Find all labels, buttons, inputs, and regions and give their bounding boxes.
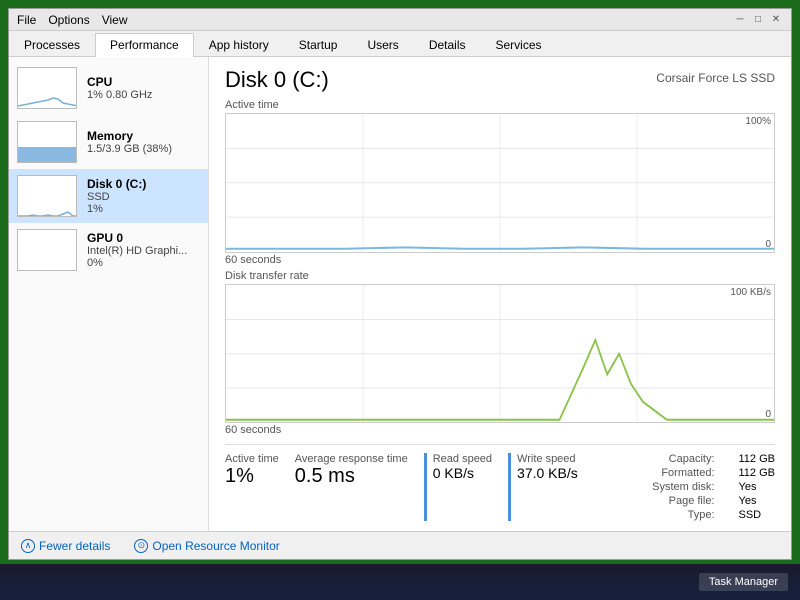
- gpu-subtitle2: 0%: [87, 257, 187, 269]
- sidebar: CPU 1% 0.80 GHz Memory 1.5/3.9 GB (38%): [9, 57, 209, 531]
- page-file-label: Page file:: [652, 495, 714, 507]
- active-time-value: 1%: [225, 465, 279, 488]
- cpu-thumb: [17, 67, 77, 109]
- sidebar-item-cpu[interactable]: CPU 1% 0.80 GHz: [9, 61, 208, 115]
- stat-read-speed: Read speed 0 KB/s: [424, 453, 492, 521]
- footer-bar: ∧ Fewer details ⊙ Open Resource Monitor: [9, 531, 791, 559]
- memory-subtitle: 1.5/3.9 GB (38%): [87, 143, 172, 155]
- cpu-title: CPU: [87, 75, 152, 89]
- chart2-label: Disk transfer rate: [225, 270, 775, 282]
- fewer-details-label: Fewer details: [39, 539, 110, 553]
- resource-monitor-icon: ⊙: [134, 539, 148, 553]
- gpu-subtitle: Intel(R) HD Graphi...: [87, 245, 187, 257]
- detail-device: Corsair Force LS SSD: [656, 71, 775, 85]
- formatted-label: Formatted:: [652, 467, 714, 479]
- chart2-box: 100 KB/s 0: [225, 284, 775, 424]
- gpu-label: GPU 0 Intel(R) HD Graphi... 0%: [87, 231, 187, 269]
- tab-users[interactable]: Users: [352, 33, 413, 56]
- chart2-time: 60 seconds: [225, 424, 775, 436]
- detail-title: Disk 0 (C:): [225, 67, 329, 93]
- memory-label: Memory 1.5/3.9 GB (38%): [87, 129, 172, 155]
- disk-thumb: [17, 175, 77, 217]
- chart2-zero: 0: [765, 409, 771, 420]
- fewer-details-link[interactable]: ∧ Fewer details: [21, 539, 110, 553]
- minimize-button[interactable]: ─: [733, 13, 747, 27]
- resource-monitor-link[interactable]: ⊙ Open Resource Monitor: [134, 539, 279, 553]
- window-controls: ─ □ ✕: [733, 13, 783, 27]
- chart-active-time-section: Active time 100% 0: [225, 99, 775, 266]
- gpu-thumb: [17, 229, 77, 271]
- avg-response-label: Average response time: [295, 453, 408, 465]
- stat-avg-response: Average response time 0.5 ms: [295, 453, 408, 521]
- read-speed-label: Read speed: [433, 453, 492, 465]
- stats-row: Active time 1% Average response time 0.5…: [225, 444, 775, 521]
- memory-title: Memory: [87, 129, 172, 143]
- system-disk-value: Yes: [739, 481, 776, 493]
- maximize-button[interactable]: □: [751, 13, 765, 27]
- write-speed-label: Write speed: [517, 453, 578, 465]
- sidebar-item-gpu[interactable]: GPU 0 Intel(R) HD Graphi... 0%: [9, 223, 208, 277]
- stat-active-time: Active time 1%: [225, 453, 279, 521]
- detail-panel: Disk 0 (C:) Corsair Force LS SSD Active …: [209, 57, 791, 531]
- disk-subtitle: SSD: [87, 191, 146, 203]
- sidebar-item-disk[interactable]: Disk 0 (C:) SSD 1%: [9, 169, 208, 223]
- chart-transfer-section: Disk transfer rate 100 KB/s 0: [225, 270, 775, 437]
- chart1-zero: 0: [765, 239, 771, 250]
- type-label: Type:: [652, 509, 714, 521]
- menu-file[interactable]: File: [17, 13, 36, 27]
- stat-write-speed: Write speed 37.0 KB/s: [508, 453, 578, 521]
- menu-view[interactable]: View: [102, 13, 128, 27]
- chart1-top-value: 100%: [745, 116, 771, 127]
- tabs-bar: Processes Performance App history Startu…: [9, 31, 791, 57]
- chart1-box: 100% 0: [225, 113, 775, 253]
- capacity-value: 112 GB: [739, 453, 776, 465]
- tab-processes[interactable]: Processes: [9, 33, 95, 56]
- page-file-value: Yes: [739, 495, 776, 507]
- gpu-title: GPU 0: [87, 231, 187, 245]
- main-content: CPU 1% 0.80 GHz Memory 1.5/3.9 GB (38%): [9, 57, 791, 531]
- cpu-label: CPU 1% 0.80 GHz: [87, 75, 152, 101]
- tab-performance[interactable]: Performance: [95, 33, 194, 57]
- capacity-label: Capacity:: [652, 453, 714, 465]
- menu-bar: File Options View: [17, 13, 128, 27]
- chart1-label: Active time: [225, 99, 775, 111]
- chart1-time: 60 seconds: [225, 254, 775, 266]
- avg-response-value: 0.5 ms: [295, 465, 408, 488]
- resource-monitor-label: Open Resource Monitor: [152, 539, 279, 553]
- chart-container: Active time 100% 0: [225, 99, 775, 521]
- speed-group: Read speed 0 KB/s Write speed 37.0 KB/s: [424, 453, 578, 521]
- disk-label: Disk 0 (C:) SSD 1%: [87, 177, 146, 215]
- taskbar: Task Manager: [0, 564, 800, 600]
- menu-options[interactable]: Options: [48, 13, 89, 27]
- taskbar-task-manager[interactable]: Task Manager: [699, 573, 788, 591]
- sidebar-item-memory[interactable]: Memory 1.5/3.9 GB (38%): [9, 115, 208, 169]
- system-disk-label: System disk:: [652, 481, 714, 493]
- cpu-subtitle: 1% 0.80 GHz: [87, 89, 152, 101]
- tab-startup[interactable]: Startup: [284, 33, 353, 56]
- tab-details[interactable]: Details: [414, 33, 481, 56]
- title-bar: File Options View ─ □ ✕: [9, 9, 791, 31]
- disk-title: Disk 0 (C:): [87, 177, 146, 191]
- disk-subtitle2: 1%: [87, 203, 146, 215]
- close-button[interactable]: ✕: [769, 13, 783, 27]
- read-speed-value: 0 KB/s: [433, 465, 492, 481]
- tab-services[interactable]: Services: [481, 33, 557, 56]
- active-time-label: Active time: [225, 453, 279, 465]
- memory-thumb: [17, 121, 77, 163]
- fewer-details-icon: ∧: [21, 539, 35, 553]
- chart2-top-value: 100 KB/s: [730, 287, 771, 298]
- write-speed-value: 37.0 KB/s: [517, 465, 578, 481]
- type-value: SSD: [739, 509, 776, 521]
- tab-app-history[interactable]: App history: [194, 33, 284, 56]
- info-grid: Capacity: 112 GB Formatted: 112 GB Syste…: [652, 453, 775, 521]
- task-manager-window: File Options View ─ □ ✕ Processes Perfor…: [8, 8, 792, 560]
- formatted-value: 112 GB: [739, 467, 776, 479]
- detail-header: Disk 0 (C:) Corsair Force LS SSD: [225, 67, 775, 93]
